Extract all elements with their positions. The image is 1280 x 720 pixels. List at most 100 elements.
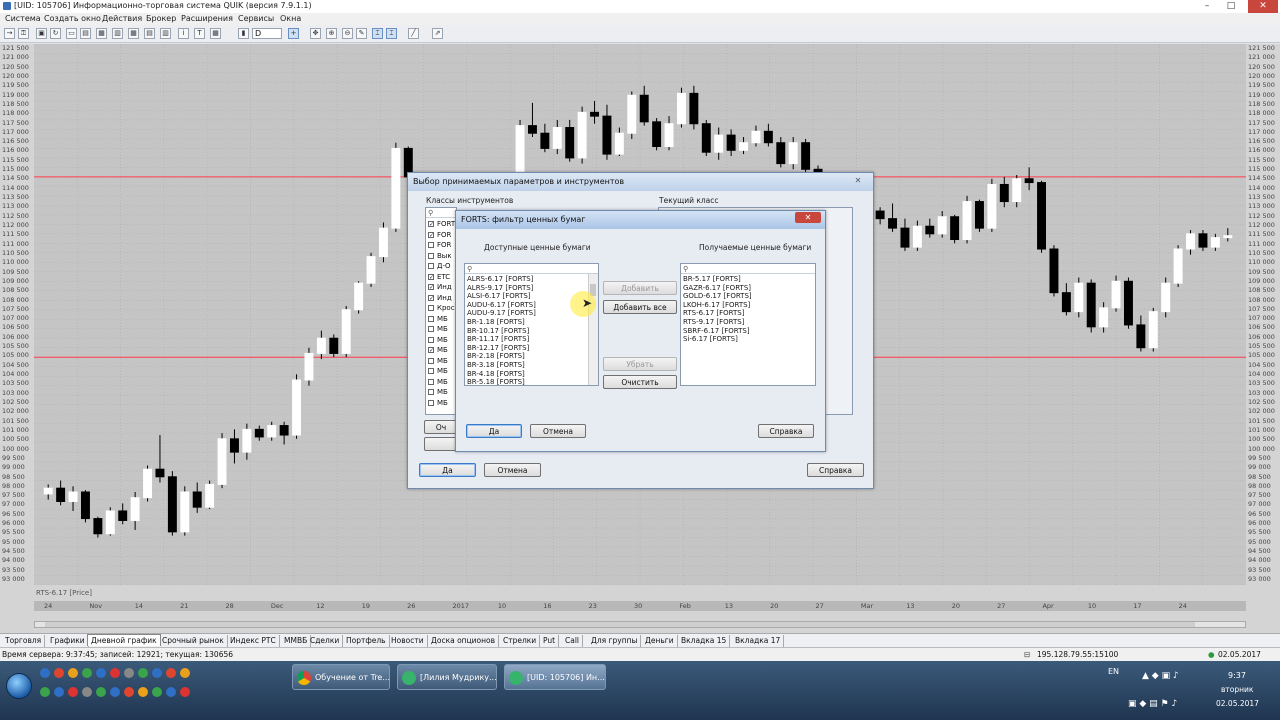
minimize-button[interactable]: – bbox=[1196, 0, 1218, 13]
bar-chart-icon[interactable]: ▮ bbox=[238, 28, 249, 39]
vertical-scrollbar[interactable] bbox=[588, 274, 598, 385]
workspace-tab[interactable]: Срочный рынок bbox=[159, 635, 228, 647]
class-checkbox[interactable] bbox=[428, 315, 434, 322]
quick-launch-icon[interactable] bbox=[54, 687, 64, 697]
class-checkbox[interactable]: ✓ bbox=[428, 294, 434, 301]
available-security-item[interactable]: ALRS-6.17 [FORTS] bbox=[467, 275, 533, 283]
workspace-tab[interactable]: Вкладка 15 bbox=[678, 635, 731, 647]
class-checkbox[interactable] bbox=[428, 326, 434, 332]
quick-launch-icon[interactable] bbox=[180, 668, 190, 678]
tray-icons[interactable]: ▲ ◆ ▣ ♪ bbox=[1142, 671, 1179, 681]
class-item[interactable]: FOR bbox=[426, 240, 456, 250]
quick-launch-icon[interactable] bbox=[82, 687, 92, 697]
menu-item-windows[interactable]: Окна bbox=[280, 14, 301, 23]
chart-line-icon[interactable]: ⇗ bbox=[432, 28, 443, 39]
workspace-tab[interactable]: Put bbox=[540, 635, 560, 647]
received-security-item[interactable]: RTS-6.17 [FORTS] bbox=[683, 309, 744, 317]
taskbar-quik-1[interactable]: [Лилия Мудрику... bbox=[397, 664, 497, 690]
refresh-icon[interactable]: ↻ bbox=[50, 28, 61, 39]
available-list[interactable]: ⚲ ALRS-6.17 [FORTS] ALRS-9.17 [FORTS] ALSI… bbox=[464, 263, 599, 386]
move-icon[interactable]: ✥ bbox=[310, 28, 321, 39]
close-icon[interactable]: ✕ bbox=[795, 212, 821, 223]
class-checkbox[interactable] bbox=[428, 252, 434, 259]
clear-button[interactable]: Очистить bbox=[603, 375, 677, 389]
class-checkbox[interactable]: ✓ bbox=[428, 221, 434, 228]
workspace-tab[interactable]: Стрелки bbox=[500, 635, 541, 647]
quick-launch-icon[interactable] bbox=[96, 668, 106, 678]
available-security-item[interactable]: BR-3.18 [FORTS] bbox=[467, 361, 525, 369]
available-search[interactable]: ⚲ bbox=[465, 264, 598, 274]
help-button[interactable]: Справка bbox=[758, 424, 814, 438]
class-checkbox[interactable] bbox=[428, 336, 434, 343]
class-item[interactable]: Крос bbox=[426, 303, 456, 313]
class-checkbox[interactable] bbox=[428, 389, 434, 395]
remove-button[interactable]: Убрать bbox=[603, 357, 677, 371]
zoom-in-icon[interactable]: ⊕ bbox=[326, 28, 337, 39]
tray-icons[interactable]: ▣ ◆ ▤ ⚑ ♪ bbox=[1128, 699, 1177, 709]
scrollbar-thumb[interactable] bbox=[45, 622, 1195, 627]
class-checkbox[interactable] bbox=[428, 357, 434, 364]
interval-select[interactable]: D bbox=[252, 28, 282, 39]
class-item[interactable]: МБ bbox=[426, 377, 456, 387]
menu-item-create-window[interactable]: Создать окно bbox=[44, 14, 101, 23]
available-security-item[interactable]: BR-12.17 [FORTS] bbox=[467, 344, 529, 352]
workspace-tab[interactable]: Сделки bbox=[307, 635, 344, 647]
zoom-out-icon[interactable]: ⊖ bbox=[342, 28, 353, 39]
secondary-button[interactable] bbox=[424, 437, 458, 451]
help-button[interactable]: Справка bbox=[807, 463, 864, 477]
class-item[interactable]: ✓ FOR bbox=[426, 230, 456, 240]
cancel-button[interactable]: Отмена bbox=[530, 424, 586, 438]
taskbar-quik-2[interactable]: [UID: 105706] Ин... bbox=[504, 664, 606, 690]
horizontal-scrollbar[interactable] bbox=[34, 621, 1246, 628]
received-search[interactable]: ⚲ bbox=[681, 264, 815, 274]
available-security-item[interactable]: BR-4.18 [FORTS] bbox=[467, 370, 525, 378]
table-icon[interactable]: ▤ bbox=[144, 28, 155, 39]
quick-launch-icon[interactable] bbox=[152, 687, 162, 697]
quick-launch-icon[interactable] bbox=[180, 687, 190, 697]
table-icon[interactable]: ▥ bbox=[112, 28, 123, 39]
class-checkbox[interactable] bbox=[428, 368, 434, 374]
available-security-item[interactable]: BR-11.17 [FORTS] bbox=[467, 335, 529, 343]
class-item[interactable]: ✓ ETC bbox=[426, 272, 456, 282]
available-security-item[interactable]: ALSI-6.17 [FORTS] bbox=[467, 292, 531, 300]
cancel-button[interactable]: Отмена bbox=[484, 463, 541, 477]
quick-launch-icon[interactable] bbox=[138, 687, 148, 697]
class-item[interactable]: МБ bbox=[426, 356, 456, 366]
language-indicator[interactable]: EN bbox=[1108, 667, 1119, 676]
quick-launch-icon[interactable] bbox=[82, 668, 92, 678]
class-checkbox[interactable] bbox=[428, 378, 434, 385]
class-checkbox[interactable] bbox=[428, 399, 434, 406]
quick-launch-icon[interactable] bbox=[68, 687, 78, 697]
workspace-tab[interactable]: Call bbox=[562, 635, 584, 647]
class-item[interactable]: МБ bbox=[426, 366, 456, 376]
add-all-button[interactable]: Добавить все bbox=[603, 300, 677, 314]
table-icon[interactable]: ▥ bbox=[160, 28, 171, 39]
quick-launch-icon[interactable] bbox=[152, 668, 162, 678]
line-tool-icon[interactable]: ╱ bbox=[408, 28, 419, 39]
menu-item-system[interactable]: Система bbox=[5, 14, 41, 23]
quick-launch-icon[interactable] bbox=[166, 668, 176, 678]
received-security-item[interactable]: GOLD-6.17 [FORTS] bbox=[683, 292, 752, 300]
table-icon[interactable]: ▦ bbox=[96, 28, 107, 39]
table-icon[interactable]: ▤ bbox=[80, 28, 91, 39]
received-security-item[interactable]: RTS-9.17 [FORTS] bbox=[683, 318, 744, 326]
received-security-item[interactable]: LKOH-6.17 [FORTS] bbox=[683, 301, 750, 309]
close-button[interactable]: ✕ bbox=[1248, 0, 1278, 13]
quick-launch-icon[interactable] bbox=[138, 668, 148, 678]
available-security-item[interactable]: ALRS-9.17 [FORTS] bbox=[467, 284, 533, 292]
workspace-tab[interactable]: Индекс РТС bbox=[227, 635, 280, 647]
class-checkbox[interactable]: ✓ bbox=[428, 347, 434, 354]
class-checkbox[interactable]: ✓ bbox=[428, 231, 434, 238]
received-security-item[interactable]: SBRF-6.17 [FORTS] bbox=[683, 327, 750, 335]
quick-launch-icon[interactable] bbox=[40, 687, 50, 697]
quick-launch-icon[interactable] bbox=[40, 668, 50, 678]
quick-launch-icon[interactable] bbox=[96, 687, 106, 697]
class-checkbox[interactable] bbox=[428, 242, 434, 248]
class-checkbox[interactable]: ✓ bbox=[428, 273, 434, 280]
arrow-right-icon[interactable]: → bbox=[4, 28, 15, 39]
clear-button[interactable]: Оч bbox=[424, 420, 458, 434]
save-icon[interactable]: ▣ bbox=[36, 28, 47, 39]
maximize-button[interactable]: □ bbox=[1220, 0, 1242, 13]
select-tool-icon[interactable]: ⌶ bbox=[372, 28, 383, 39]
menu-item-broker[interactable]: Брокер bbox=[146, 14, 176, 23]
